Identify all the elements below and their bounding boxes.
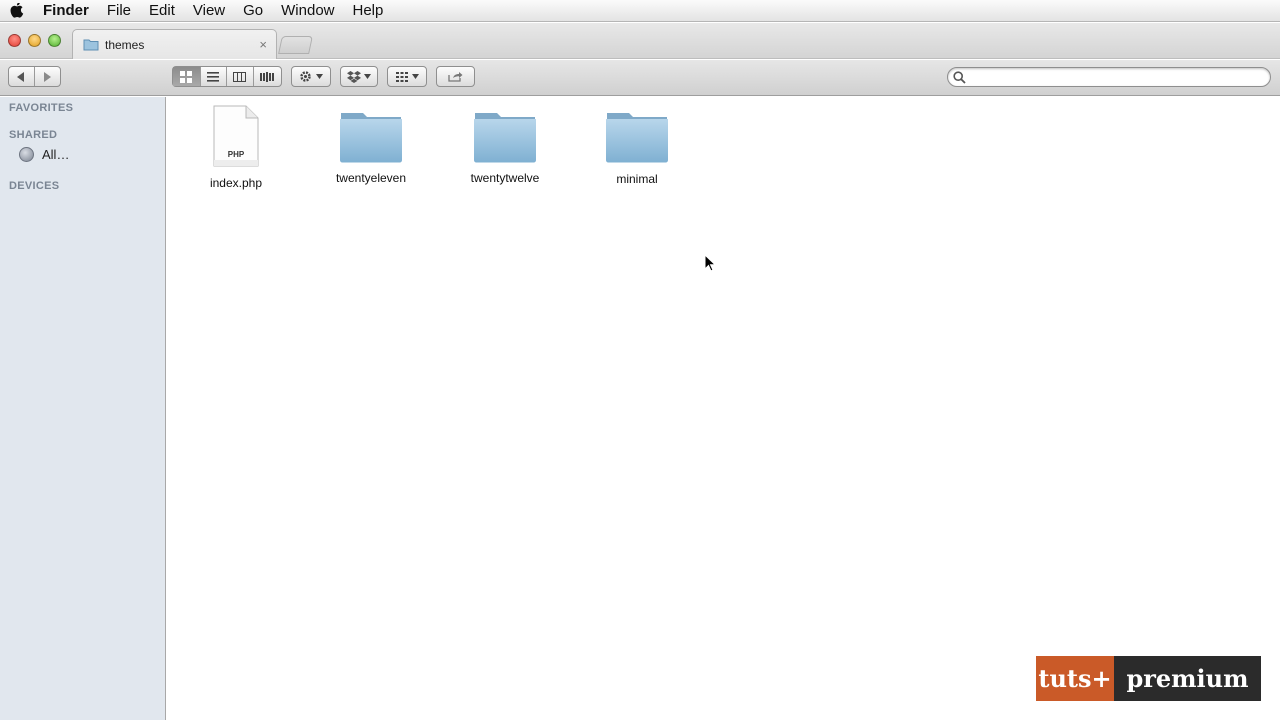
new-tab-button[interactable]: [278, 36, 313, 54]
search-icon: [953, 70, 966, 84]
column-view-icon: [233, 71, 247, 82]
back-arrow-icon: [17, 71, 25, 82]
tab-title: themes: [105, 37, 145, 52]
php-file-icon: PHP: [213, 105, 259, 167]
menu-finder[interactable]: Finder: [34, 0, 98, 22]
share-icon: [448, 72, 463, 82]
folder-name: twentyeleven: [335, 171, 407, 185]
chevron-down-icon: [411, 74, 419, 79]
menu-edit[interactable]: Edit: [140, 0, 184, 22]
dropbox-button[interactable]: [340, 66, 378, 87]
watermark-tuts: tuts+: [1036, 656, 1114, 701]
menu-bar: Finder File Edit View Go Window Help: [0, 0, 1280, 22]
column-view-button[interactable]: [227, 67, 254, 86]
back-button[interactable]: [9, 67, 35, 86]
folder-icon: [83, 39, 99, 51]
folder-icon: [474, 113, 536, 163]
minimize-window-button[interactable]: [28, 34, 41, 47]
file-name: index.php: [209, 176, 263, 190]
toolbar: [0, 60, 1280, 96]
view-mode-control: [172, 66, 282, 87]
chevron-down-icon: [364, 74, 371, 79]
cover-flow-icon: [260, 71, 275, 82]
search-field[interactable]: [947, 67, 1271, 87]
folder-item-twentytwelve[interactable]: twentytwelve: [450, 105, 560, 185]
apple-menu[interactable]: [0, 0, 34, 22]
sidebar-header-shared: SHARED: [9, 129, 58, 141]
back-forward-control: [8, 66, 61, 87]
list-view-icon: [207, 71, 220, 82]
dropbox-icon: [347, 70, 361, 83]
search-input[interactable]: [970, 69, 1260, 85]
sidebar-header-favorites: FAVORITES: [9, 102, 74, 114]
tuts-premium-watermark: tuts+ premium: [1036, 656, 1261, 701]
arrange-menu-button[interactable]: [387, 66, 427, 87]
folder-item-minimal[interactable]: minimal: [582, 105, 692, 186]
arrange-grid-icon: [395, 71, 408, 82]
sidebar-item-label: All…: [42, 147, 70, 162]
sidebar-header-devices: DEVICES: [9, 180, 60, 192]
folder-icon: [606, 113, 668, 163]
chevron-down-icon: [316, 74, 323, 79]
watermark-premium: premium: [1114, 656, 1261, 701]
zoom-window-button[interactable]: [48, 34, 61, 47]
tab-themes[interactable]: themes ×: [72, 29, 277, 59]
tab-close-icon[interactable]: ×: [259, 37, 267, 52]
file-item-index-php[interactable]: PHP index.php: [181, 105, 291, 190]
network-globe-icon: [19, 147, 34, 162]
mouse-cursor-icon: [704, 254, 716, 272]
sidebar-item-all-shared[interactable]: All…: [19, 147, 69, 162]
menu-view[interactable]: View: [184, 0, 234, 22]
icon-view-button[interactable]: [173, 67, 201, 86]
menu-help[interactable]: Help: [344, 0, 393, 22]
forward-button[interactable]: [35, 67, 60, 86]
folder-item-twentyeleven[interactable]: twentyeleven: [316, 105, 426, 185]
php-badge: PHP: [228, 150, 245, 159]
sidebar: FAVORITES SHARED All… DEVICES: [0, 97, 166, 720]
share-button[interactable]: [436, 66, 475, 87]
list-view-button[interactable]: [201, 67, 228, 86]
folder-name: twentytwelve: [470, 171, 540, 185]
icon-view-icon: [180, 70, 193, 83]
gear-icon: [300, 71, 311, 82]
folder-name: minimal: [616, 172, 658, 186]
action-menu-button[interactable]: [291, 66, 331, 87]
folder-icon: [340, 113, 402, 163]
forward-arrow-icon: [44, 71, 52, 82]
close-window-button[interactable]: [8, 34, 21, 47]
apple-icon: [10, 2, 24, 18]
file-browser-content: PHP index.php twentyeleven twentytwelve …: [167, 97, 1280, 720]
menu-window[interactable]: Window: [272, 0, 343, 22]
menu-file[interactable]: File: [98, 0, 140, 22]
menu-go[interactable]: Go: [234, 0, 272, 22]
cover-flow-button[interactable]: [254, 67, 281, 86]
window-titlebar: themes ×: [0, 23, 1280, 59]
